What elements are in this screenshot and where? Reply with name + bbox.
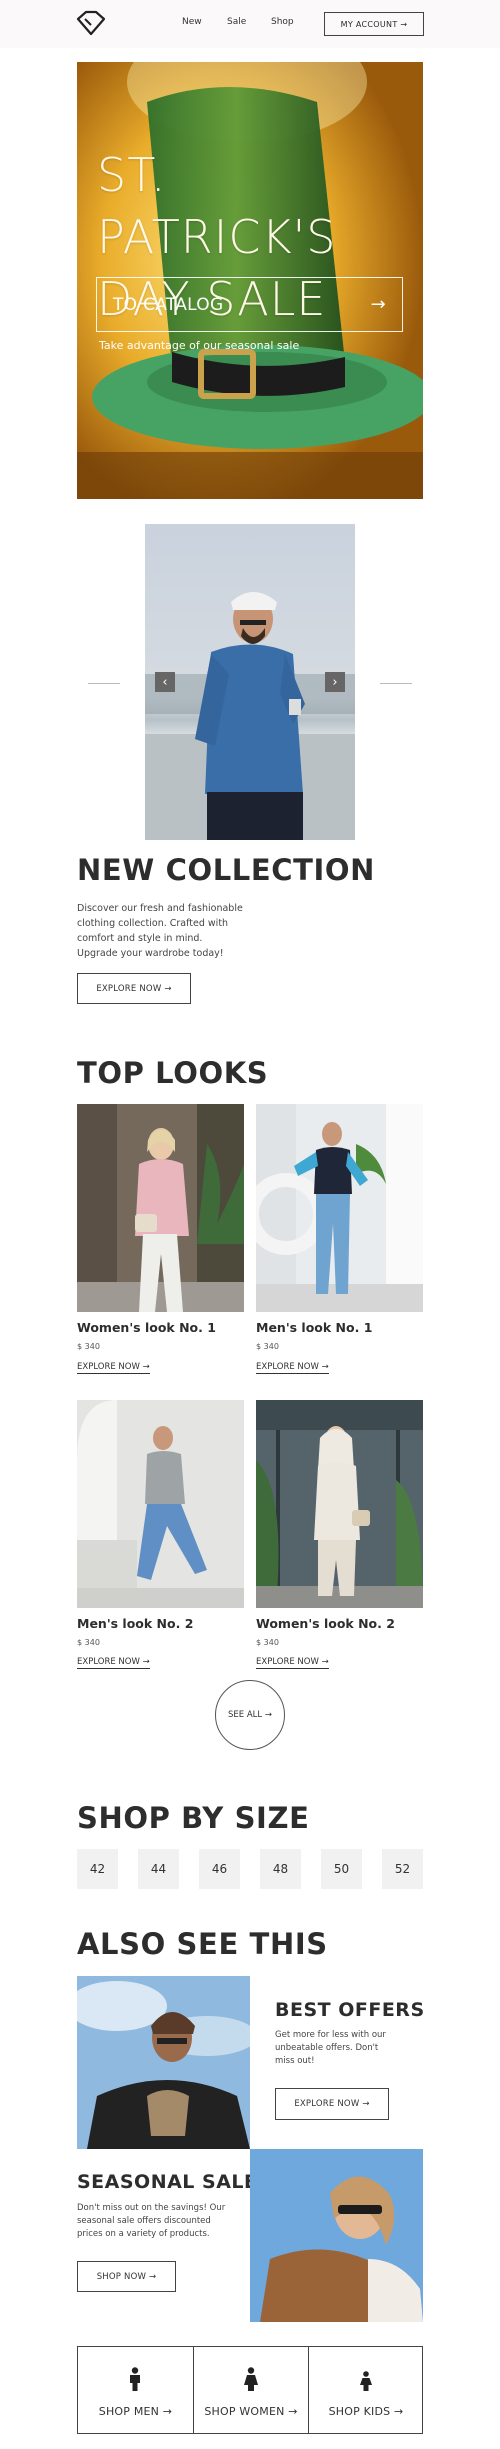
product-price: $ 340 — [77, 1342, 100, 1351]
explore-now-button[interactable]: EXPLORE NOW → — [77, 973, 191, 1004]
nav-link-shop[interactable]: Shop — [271, 17, 294, 27]
kid-icon — [360, 2371, 372, 2391]
email-page: New Sale Shop MY ACCOUNT → ST. PATRICK'S… — [0, 0, 500, 2449]
also-see-title: ALSO SEE THIS — [77, 1927, 328, 1961]
product-explore-link[interactable]: EXPLORE NOW → — [77, 1657, 150, 1669]
product-name[interactable]: Women's look No. 1 — [77, 1320, 216, 1335]
product-explore-link[interactable]: EXPLORE NOW → — [77, 1362, 150, 1374]
product-price: $ 340 — [77, 1638, 100, 1647]
shop-women-label: SHOP WOMEN → — [204, 2405, 298, 2418]
best-offers-image[interactable] — [77, 1976, 250, 2149]
carousel-divider-right — [380, 683, 412, 684]
size-option[interactable]: 48 — [260, 1849, 301, 1889]
to-catalog-label: TO CATALOG — [113, 294, 224, 315]
product-explore-link[interactable]: EXPLORE NOW → — [256, 1362, 329, 1374]
nav-link-sale[interactable]: Sale — [227, 17, 246, 27]
new-collection-description: Discover our fresh and fashionable cloth… — [77, 903, 243, 959]
seasonal-sale-title: SEASONAL SALE — [77, 2171, 258, 2193]
shop-women-link[interactable]: SHOP WOMEN → — [194, 2347, 308, 2433]
product-image-mens-look-2[interactable] — [77, 1400, 244, 1608]
shop-men-link[interactable]: SHOP MEN → — [78, 2347, 193, 2433]
shop-kids-label: SHOP KIDS → — [328, 2405, 404, 2418]
best-offers-description: Get more for less with our unbeatable of… — [275, 2030, 386, 2066]
shop-by-size-title: SHOP BY SIZE — [77, 1801, 310, 1835]
carousel-next-button[interactable]: › — [325, 672, 345, 692]
new-collection-title: NEW COLLECTION — [77, 853, 376, 887]
size-option[interactable]: 46 — [199, 1849, 240, 1889]
carousel-image — [145, 524, 355, 840]
hero-banner: ST. PATRICK'S DAY SALE TO CATALOG → Take… — [77, 62, 423, 499]
nav-link-new[interactable]: New — [182, 17, 202, 27]
man-icon — [130, 2367, 140, 2391]
product-name[interactable]: Men's look No. 1 — [256, 1320, 372, 1335]
header: New Sale Shop MY ACCOUNT → — [0, 0, 500, 48]
size-option[interactable]: 50 — [321, 1849, 362, 1889]
product-price: $ 340 — [256, 1638, 279, 1647]
shop-kids-link[interactable]: SHOP KIDS → — [309, 2347, 423, 2433]
size-option[interactable]: 44 — [138, 1849, 179, 1889]
hero-title-line1: ST. PATRICK'S — [97, 148, 337, 264]
shop-men-label: SHOP MEN → — [98, 2405, 173, 2418]
product-image-mens-look-1[interactable] — [256, 1104, 423, 1312]
top-looks-title: TOP LOOKS — [77, 1056, 269, 1090]
size-option[interactable]: 52 — [382, 1849, 423, 1889]
product-explore-link[interactable]: EXPLORE NOW → — [256, 1657, 329, 1669]
best-offers-explore-button[interactable]: EXPLORE NOW → — [275, 2088, 389, 2120]
product-image-womens-look-1[interactable] — [77, 1104, 244, 1312]
product-name[interactable]: Men's look No. 2 — [77, 1616, 193, 1631]
best-offers-title: BEST OFFERS — [275, 1999, 425, 2021]
to-catalog-button[interactable]: TO CATALOG → — [96, 277, 403, 332]
seasonal-sale-image[interactable] — [250, 2149, 423, 2322]
product-price: $ 340 — [256, 1342, 279, 1351]
see-all-button[interactable]: SEE ALL → — [215, 1680, 285, 1750]
carousel-divider-left — [88, 683, 120, 684]
product-image-womens-look-2[interactable] — [256, 1400, 423, 1608]
size-option[interactable]: 42 — [77, 1849, 118, 1889]
arrow-right-icon: → — [370, 294, 386, 315]
woman-icon — [244, 2367, 258, 2391]
hero-subtitle: Take advantage of our seasonal sale — [99, 339, 300, 352]
man-blue-sweater-image — [145, 592, 355, 840]
seasonal-sale-description: Don't miss out on the savings! Our seaso… — [77, 2203, 226, 2239]
logo-icon[interactable] — [76, 10, 106, 36]
product-name[interactable]: Women's look No. 2 — [256, 1616, 395, 1631]
my-account-button[interactable]: MY ACCOUNT → — [324, 12, 424, 36]
shop-now-button[interactable]: SHOP NOW → — [77, 2261, 176, 2292]
shop-categories: SHOP MEN → SHOP WOMEN → SHOP KIDS → — [77, 2346, 423, 2434]
carousel-prev-button[interactable]: ‹ — [155, 672, 175, 692]
